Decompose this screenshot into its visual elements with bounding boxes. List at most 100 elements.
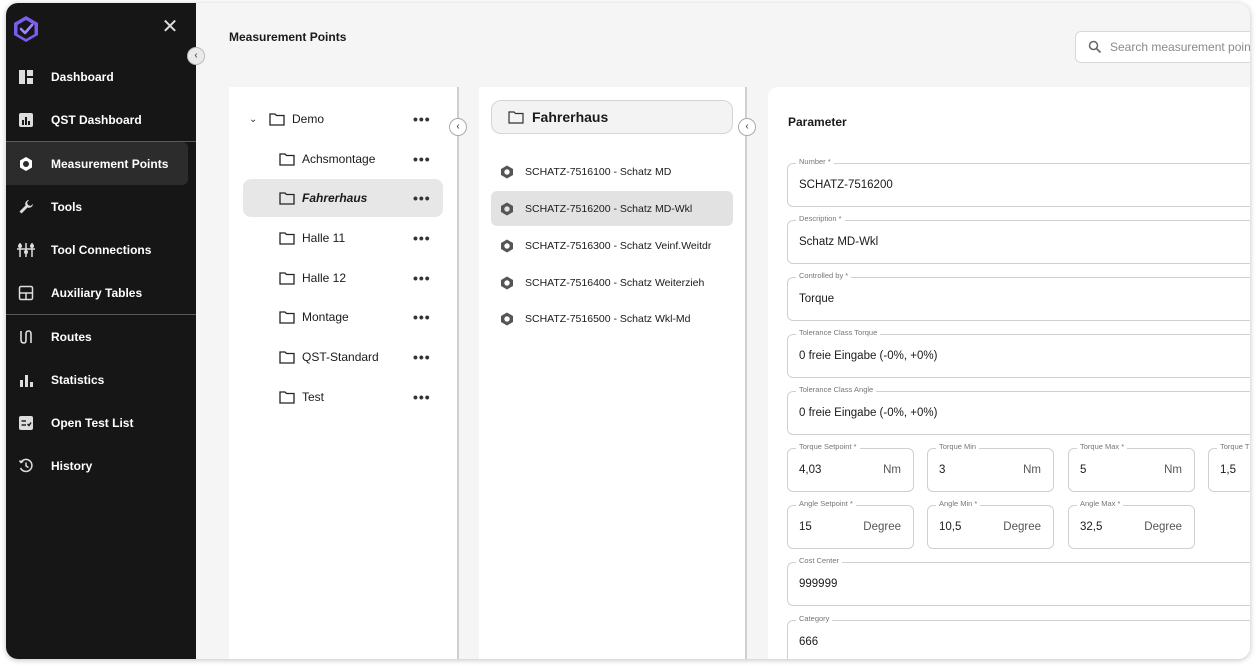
field-value: 666 bbox=[799, 636, 819, 648]
sidebar-item-tools[interactable]: Tools bbox=[6, 185, 196, 228]
sidebar-item-label: History bbox=[51, 458, 93, 473]
folder-tree-panel: ⌄ Demo ••• Achsmontage ••• Fahrerhaus ••… bbox=[229, 87, 459, 659]
field-label: Tolerance Class Torque bbox=[796, 328, 881, 337]
field-label: Torque T bbox=[1217, 442, 1250, 451]
field-unit: Degree bbox=[863, 521, 901, 533]
hexagon-nut-icon bbox=[501, 239, 513, 252]
sidebar-item-label: Routes bbox=[51, 329, 92, 344]
list-item-label: SCHATZ-7516100 - Schatz MD bbox=[525, 165, 672, 178]
angle-setpoint-field[interactable]: Angle Setpoint * 15 Degree bbox=[787, 499, 914, 549]
sidebar-item-label: Open Test List bbox=[51, 415, 134, 430]
sidebar-item-history[interactable]: History bbox=[6, 444, 196, 487]
more-options-icon[interactable]: ••• bbox=[413, 151, 431, 167]
torque-setpoint-field[interactable]: Torque Setpoint * 4,03 Nm bbox=[787, 442, 914, 492]
folder-title: Fahrerhaus bbox=[532, 109, 609, 125]
tree-item[interactable]: QST-Standard ••• bbox=[243, 338, 443, 376]
tree-item-demo[interactable]: ⌄ Demo ••• bbox=[243, 100, 443, 138]
field-label: Torque Setpoint * bbox=[796, 442, 860, 451]
field-unit: Degree bbox=[1144, 521, 1182, 533]
field-label: Angle Max * bbox=[1077, 499, 1124, 508]
collapse-sidebar-button[interactable]: ‹ bbox=[187, 47, 205, 65]
field-label: Description * bbox=[796, 214, 845, 223]
more-options-icon[interactable]: ••• bbox=[413, 111, 431, 127]
sidebar-item-routes[interactable]: Routes bbox=[6, 315, 196, 358]
hexagon-nut-icon bbox=[17, 155, 35, 173]
folder-icon bbox=[279, 153, 295, 166]
search-input[interactable]: Search measurement point bbox=[1075, 31, 1250, 63]
more-options-icon[interactable]: ••• bbox=[413, 270, 431, 286]
tree-item[interactable]: Achsmontage ••• bbox=[243, 140, 443, 178]
tree-item[interactable]: Test ••• bbox=[243, 378, 443, 416]
list-item[interactable]: SCHATZ-7516100 - Schatz MD bbox=[491, 154, 733, 189]
tree-item[interactable]: Halle 12 ••• bbox=[243, 259, 443, 297]
torque-max-field[interactable]: Torque Max * 5 Nm bbox=[1068, 442, 1195, 492]
sidebar-item-dashboard[interactable]: Dashboard bbox=[6, 55, 196, 98]
more-options-icon[interactable]: ••• bbox=[413, 389, 431, 405]
list-item[interactable]: SCHATZ-7516400 - Schatz Weiterzieh bbox=[491, 265, 733, 300]
sidebar-item-label: Tool Connections bbox=[51, 242, 152, 257]
field-value: 10,5 bbox=[939, 521, 962, 533]
collapse-list-button[interactable]: ‹ bbox=[738, 118, 756, 136]
page-title: Measurement Points bbox=[229, 30, 347, 44]
field-label: Torque Min bbox=[936, 442, 980, 451]
sidebar-item-measurement-points[interactable]: Measurement Points bbox=[6, 142, 188, 185]
more-options-icon[interactable]: ••• bbox=[413, 349, 431, 365]
tree-item-label: Montage bbox=[302, 310, 349, 324]
app-logo-icon[interactable] bbox=[12, 15, 40, 43]
sidebar-item-qst-dashboard[interactable]: QST Dashboard bbox=[6, 98, 196, 141]
hexagon-nut-icon bbox=[501, 312, 513, 325]
number-field[interactable]: Number * SCHATZ-7516200 bbox=[787, 157, 1250, 207]
history-icon bbox=[17, 457, 35, 475]
chart-box-icon bbox=[17, 111, 35, 129]
tree-item[interactable]: Halle 11 ••• bbox=[243, 219, 443, 257]
folder-icon bbox=[508, 111, 524, 124]
sidebar-item-statistics[interactable]: Statistics bbox=[6, 358, 196, 401]
bar-chart-icon bbox=[17, 371, 35, 389]
close-sidebar-icon[interactable]: ✕ bbox=[160, 17, 180, 37]
tree-item-label: QST-Standard bbox=[302, 350, 379, 364]
category-field[interactable]: Category 666 bbox=[787, 614, 1250, 659]
sidebar-item-auxiliary-tables[interactable]: Auxiliary Tables bbox=[6, 271, 196, 314]
tolerance-class-torque-select[interactable]: Tolerance Class Torque 0 freie Eingabe (… bbox=[787, 328, 1250, 378]
collapse-tree-button[interactable]: ‹ bbox=[449, 118, 467, 136]
tree-item-selected[interactable]: Fahrerhaus ••• bbox=[243, 179, 443, 217]
field-unit: Degree bbox=[1003, 521, 1041, 533]
sidebar: ✕ Dashboard QST Dashboard Measurement Po… bbox=[6, 3, 196, 659]
list-item-selected[interactable]: SCHATZ-7516200 - Schatz MD-Wkl bbox=[491, 191, 733, 226]
tree-item-label: Achsmontage bbox=[302, 152, 376, 166]
field-label: Category bbox=[796, 614, 833, 623]
sidebar-item-tool-connections[interactable]: Tool Connections bbox=[6, 228, 196, 271]
tree-item[interactable]: Montage ••• bbox=[243, 298, 443, 336]
torque-min-field[interactable]: Torque Min 3 Nm bbox=[927, 442, 1054, 492]
controlled-by-select[interactable]: Controlled by * Torque bbox=[787, 271, 1250, 321]
folder-icon bbox=[279, 192, 295, 205]
list-item[interactable]: SCHATZ-7516300 - Schatz Veinf.Weitdr bbox=[491, 228, 733, 263]
folder-header: Fahrerhaus bbox=[491, 100, 733, 134]
tolerance-class-angle-select[interactable]: Tolerance Class Angle 0 freie Eingabe (-… bbox=[787, 385, 1250, 435]
list-item[interactable]: SCHATZ-7516500 - Schatz Wkl-Md bbox=[491, 301, 733, 336]
field-value: 999999 bbox=[799, 578, 838, 590]
angle-max-field[interactable]: Angle Max * 32,5 Degree bbox=[1068, 499, 1195, 549]
field-value: Schatz MD-Wkl bbox=[799, 236, 879, 248]
cost-center-field[interactable]: Cost Center 999999 bbox=[787, 556, 1250, 606]
parameter-title: Parameter bbox=[788, 115, 847, 129]
description-field[interactable]: Description * Schatz MD-Wkl bbox=[787, 214, 1250, 264]
more-options-icon[interactable]: ••• bbox=[413, 190, 431, 206]
tree-item-label: Test bbox=[302, 390, 325, 404]
torque-extra-field[interactable]: Torque T 1,5 bbox=[1208, 442, 1250, 492]
chevron-down-icon[interactable]: ⌄ bbox=[249, 114, 259, 125]
field-value: 15 bbox=[799, 521, 812, 533]
field-label: Torque Max * bbox=[1077, 442, 1128, 451]
more-options-icon[interactable]: ••• bbox=[413, 230, 431, 246]
sidebar-item-label: QST Dashboard bbox=[51, 112, 142, 127]
tree-item-label: Fahrerhaus bbox=[302, 191, 368, 205]
sidebar-item-open-test-list[interactable]: Open Test List bbox=[6, 401, 196, 444]
more-options-icon[interactable]: ••• bbox=[413, 309, 431, 325]
folder-icon bbox=[279, 232, 295, 245]
angle-min-field[interactable]: Angle Min * 10,5 Degree bbox=[927, 499, 1054, 549]
list-item-label: SCHATZ-7516200 - Schatz MD-Wkl bbox=[525, 202, 693, 215]
tree-item-label: Demo bbox=[292, 112, 325, 126]
field-value: Torque bbox=[799, 293, 835, 305]
folder-icon bbox=[279, 272, 295, 285]
field-label: Cost Center bbox=[796, 556, 843, 565]
